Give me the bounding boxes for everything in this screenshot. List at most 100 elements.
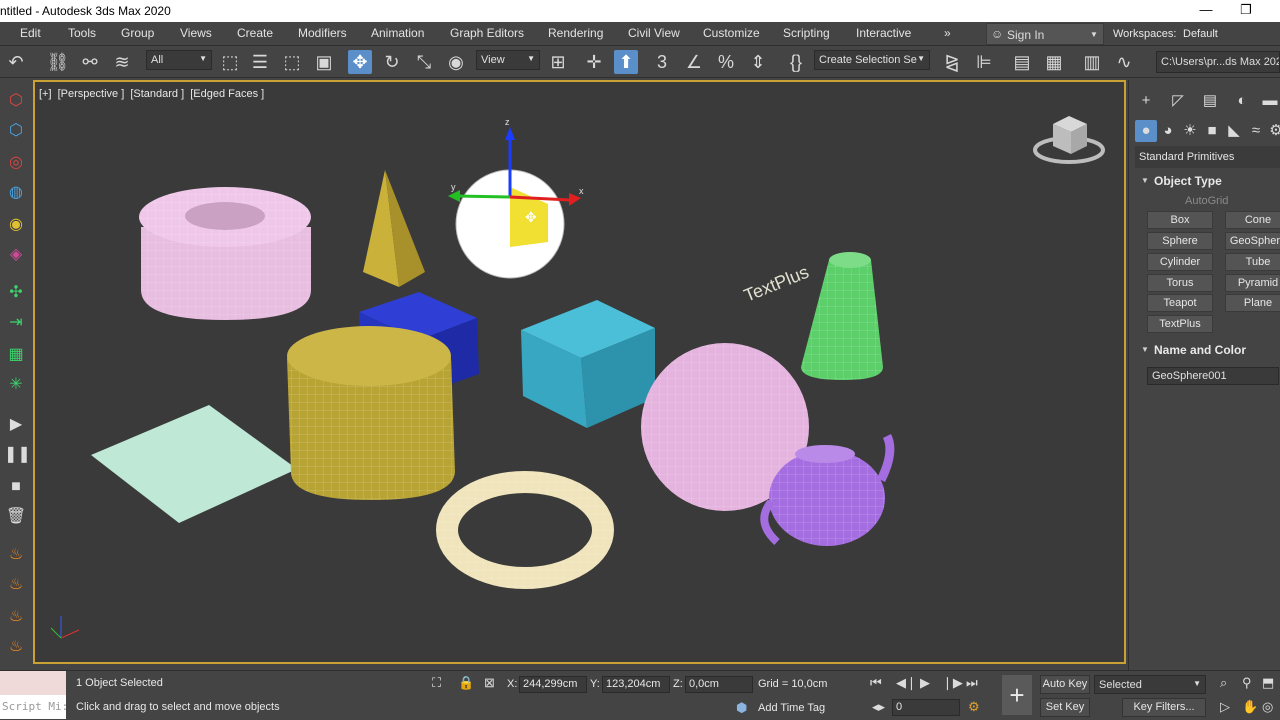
menu-civil-view[interactable]: Civil View bbox=[628, 26, 680, 40]
menu-overflow-icon[interactable]: » bbox=[944, 26, 951, 40]
viewport-shading-menu[interactable]: [Standard ] bbox=[130, 88, 184, 100]
minimize-button[interactable]: — bbox=[1186, 0, 1226, 22]
window-crossing-icon[interactable]: ▣ bbox=[312, 50, 336, 74]
mirror-icon[interactable]: ⧎ bbox=[940, 50, 964, 74]
flame-icon[interactable]: ♨ bbox=[4, 635, 28, 659]
menu-group[interactable]: Group bbox=[121, 26, 154, 40]
object-type-rollout-title[interactable]: Object Type bbox=[1154, 174, 1222, 188]
create-helpers-icon[interactable]: ◈ bbox=[4, 243, 28, 267]
create-shapes-icon[interactable]: ◎ bbox=[4, 151, 28, 175]
unlink-icon[interactable]: ⚯ bbox=[78, 50, 102, 74]
textplus-object[interactable]: TextPlus bbox=[741, 262, 812, 306]
curve-editor-icon[interactable]: ∿ bbox=[1112, 50, 1136, 74]
go-to-end-icon[interactable]: ⏭ bbox=[966, 675, 978, 691]
key-mode-dropdown[interactable]: Selected ▼ bbox=[1094, 675, 1206, 694]
zoom-all-icon[interactable]: ⚲ bbox=[1242, 675, 1252, 691]
z-coordinate-field[interactable]: 0,0cm bbox=[685, 676, 753, 693]
maximize-viewport-icon[interactable]: ◎ bbox=[1262, 699, 1273, 715]
cone-object[interactable] bbox=[801, 252, 883, 380]
select-and-move-icon[interactable]: ✥ bbox=[348, 50, 372, 74]
viewport-pov-menu[interactable]: [Perspective ] bbox=[58, 88, 125, 100]
hierarchy-icon[interactable]: ✣ bbox=[4, 281, 28, 305]
helpers-icon[interactable]: ◣ bbox=[1223, 120, 1245, 142]
display-tab-icon[interactable]: ▬ bbox=[1259, 90, 1280, 112]
workspace-selector[interactable]: Workspaces: Default bbox=[1106, 23, 1280, 45]
bind-space-warp-icon[interactable]: ≋ bbox=[110, 50, 134, 74]
set-key-button[interactable]: Set Key bbox=[1040, 698, 1090, 717]
teapot-button[interactable]: Teapot bbox=[1147, 294, 1213, 312]
x-coordinate-field[interactable]: 244,299cm bbox=[519, 676, 587, 693]
link-icon[interactable]: ⛓ bbox=[46, 50, 70, 74]
set-keys-plus-icon[interactable]: + bbox=[1002, 675, 1032, 715]
menu-interactive[interactable]: Interactive bbox=[856, 26, 911, 40]
selection-lock-icon[interactable]: 🔒 bbox=[458, 675, 474, 691]
keyboard-shortcut-override-icon[interactable]: ⬆ bbox=[614, 50, 638, 74]
cylinder-button[interactable]: Cylinder bbox=[1147, 253, 1213, 271]
box-button[interactable]: Box bbox=[1147, 211, 1213, 229]
cameras-icon[interactable]: ■ bbox=[1201, 120, 1223, 142]
selection-filter-dropdown[interactable]: All ▼ bbox=[146, 50, 212, 70]
name-and-color-rollout-title[interactable]: Name and Color bbox=[1154, 343, 1246, 357]
create-cameras-icon[interactable]: ◉ bbox=[4, 213, 28, 237]
percent-snap-icon[interactable]: % bbox=[714, 50, 738, 74]
current-frame-field[interactable]: 0 bbox=[892, 699, 960, 716]
select-by-name-icon[interactable]: ☰ bbox=[248, 50, 272, 74]
time-configuration-icon[interactable]: ⚙ bbox=[968, 699, 980, 715]
pyramid-object[interactable] bbox=[363, 170, 425, 287]
viewport-plus-menu[interactable]: [+] bbox=[39, 88, 52, 100]
space-warps-icon[interactable]: ≈ bbox=[1245, 120, 1267, 142]
toggle-ribbon-icon[interactable]: ▥ bbox=[1080, 50, 1104, 74]
align-icon[interactable]: ⊫ bbox=[972, 50, 996, 74]
teal-box-object[interactable] bbox=[521, 300, 655, 428]
pivot-center-icon[interactable]: ⊞ bbox=[546, 50, 570, 74]
plane-object[interactable] bbox=[91, 405, 297, 523]
auto-key-button[interactable]: Auto Key bbox=[1040, 675, 1090, 694]
previous-frame-icon[interactable]: ◀❘ bbox=[896, 675, 917, 691]
create-tab-icon[interactable]: + bbox=[1135, 90, 1157, 112]
create-geometry-icon[interactable]: ⬡ bbox=[4, 119, 28, 143]
viewport-label[interactable]: [+] [Perspective ] [Standard ] [Edged Fa… bbox=[39, 88, 267, 100]
cylinder-object[interactable] bbox=[287, 326, 455, 500]
y-coordinate-field[interactable]: 123,204cm bbox=[602, 676, 670, 693]
next-frame-icon[interactable]: ❘▶ bbox=[942, 675, 963, 691]
stop-icon[interactable]: ■ bbox=[4, 475, 28, 499]
maximize-button[interactable]: ❐ bbox=[1226, 0, 1266, 22]
pyramid-button[interactable]: Pyramid bbox=[1225, 274, 1280, 292]
sphere-button[interactable]: Sphere bbox=[1147, 232, 1213, 250]
select-and-rotate-icon[interactable]: ↻ bbox=[380, 50, 404, 74]
absolute-mode-icon[interactable]: ⊠ bbox=[484, 675, 495, 691]
menu-modifiers[interactable]: Modifiers bbox=[298, 26, 347, 40]
select-object-icon[interactable]: ⬚ bbox=[218, 50, 242, 74]
shapes-icon[interactable]: ◕ bbox=[1157, 120, 1179, 142]
play-animation-icon[interactable]: ▶ bbox=[920, 675, 930, 691]
menu-edit[interactable]: Edit bbox=[20, 26, 41, 40]
modify-tab-icon[interactable]: ◸ bbox=[1167, 90, 1189, 112]
create-lights-icon[interactable]: ◍ bbox=[4, 181, 28, 205]
go-to-start-icon[interactable]: ⏮ bbox=[870, 675, 882, 691]
trash-icon[interactable]: 🗑 bbox=[4, 505, 28, 529]
field-of-view-icon[interactable]: ▷ bbox=[1220, 699, 1230, 715]
collapse-triangle-icon[interactable]: ▼ bbox=[1141, 176, 1149, 185]
plane-button[interactable]: Plane bbox=[1225, 294, 1280, 312]
motion-icon[interactable]: ⇥ bbox=[4, 311, 28, 335]
menu-customize[interactable]: Customize bbox=[703, 26, 760, 40]
autogrid-checkbox[interactable]: AutoGrid bbox=[1185, 195, 1228, 207]
reference-coordinate-dropdown[interactable]: View ▼ bbox=[476, 50, 540, 70]
display-icon[interactable]: ▦ bbox=[4, 343, 28, 367]
tube-object[interactable] bbox=[139, 187, 311, 320]
add-time-tag[interactable]: Add Time Tag bbox=[758, 702, 825, 714]
menu-rendering[interactable]: Rendering bbox=[548, 26, 603, 40]
menu-scripting[interactable]: Scripting bbox=[783, 26, 830, 40]
pause-icon[interactable]: ❚❚ bbox=[4, 443, 31, 467]
sign-in-dropdown[interactable]: ☺ Sign In ▼ bbox=[986, 23, 1104, 45]
motion-tab-icon[interactable]: ◐ bbox=[1231, 90, 1253, 112]
geometry-icon[interactable]: ● bbox=[1135, 120, 1157, 142]
torus-button[interactable]: Torus bbox=[1147, 274, 1213, 292]
pan-icon[interactable]: ⬒ bbox=[1262, 675, 1274, 691]
systems-icon[interactable]: ⚙ bbox=[1265, 120, 1280, 142]
category-dropdown[interactable]: Standard Primitives bbox=[1135, 146, 1280, 168]
menu-create[interactable]: Create bbox=[237, 26, 273, 40]
maxscript-listener[interactable] bbox=[0, 671, 66, 695]
toggle-layer-explorer-icon[interactable]: ▦ bbox=[1042, 50, 1066, 74]
perspective-viewport[interactable]: x y z ✥ TextPlus [+] [Perspective] [Sta… bbox=[33, 80, 1126, 664]
